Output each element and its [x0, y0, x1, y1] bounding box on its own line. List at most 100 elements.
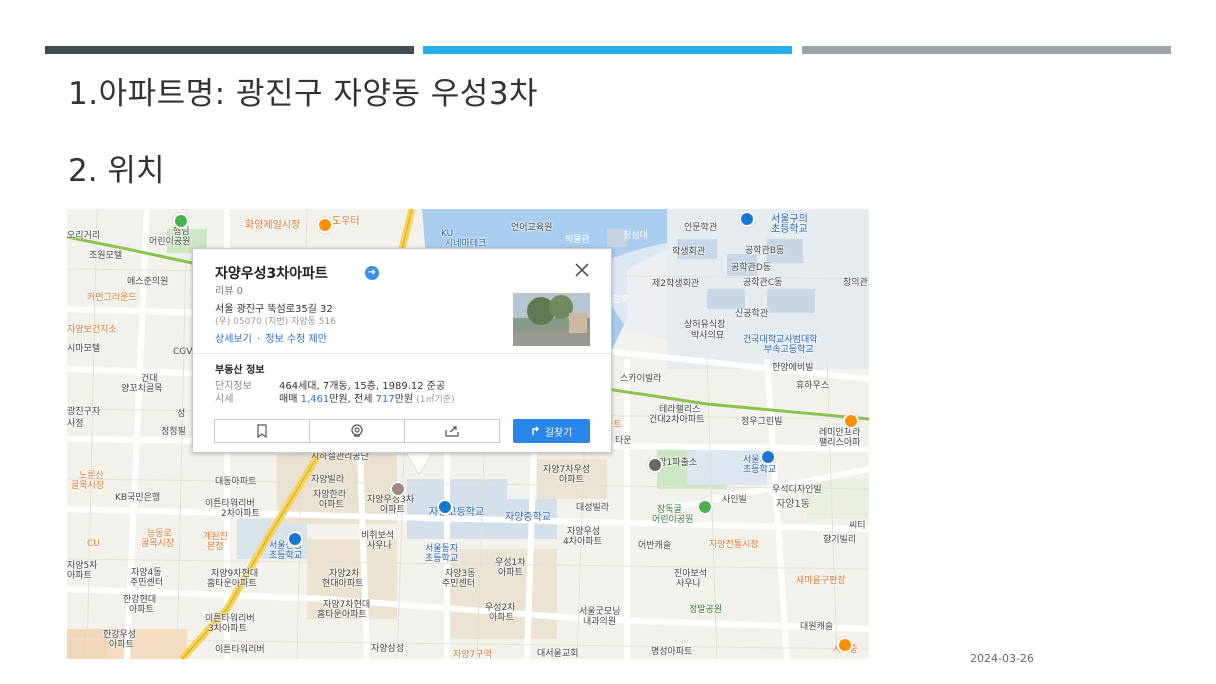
map-label: 테라팰리스 [659, 405, 701, 415]
map-label: 비취보석 [361, 531, 395, 541]
map-label: 자양7차현대 [323, 600, 371, 610]
map-label: 학생회관 [672, 247, 706, 257]
police-pin-icon[interactable] [647, 457, 663, 473]
directions-button[interactable]: 길찾기 [513, 419, 590, 443]
map-label: 공학관B동 [745, 246, 785, 256]
directions-label: 길찾기 [544, 427, 573, 439]
map-label: 한강우성 [103, 630, 137, 640]
map-label: 자양3동 [445, 569, 476, 579]
map-label: 아파트 [129, 605, 154, 615]
popup-action-bar [214, 419, 500, 443]
price-row: 시세 매매 1,461만원, 전세 717만원 (1㎡기준) [215, 390, 455, 405]
map-label: 오리거리 [67, 231, 101, 241]
popup-divider [193, 353, 611, 354]
map-label: 능동로 [147, 529, 172, 539]
map-label: 대성빌라 [576, 503, 610, 513]
map-label: 장독골 [657, 505, 682, 515]
map-label: 아파트 [109, 640, 134, 650]
map-label: 이튼타워리버 [205, 499, 255, 509]
map-label: 아파트 [380, 505, 405, 515]
map-label: 4차아파트 [563, 537, 602, 547]
price-note: (1㎡기준) [416, 395, 455, 405]
map-label: 양꼬치골목 [121, 384, 163, 394]
map-label: 우성2차 [485, 603, 516, 613]
park-pin-icon[interactable] [697, 499, 713, 515]
close-icon[interactable] [573, 261, 591, 279]
map-label: 상허유식장 [684, 320, 726, 330]
park-pin-icon[interactable] [173, 213, 189, 229]
map-label: 사우나 [367, 541, 392, 551]
map-label: 아파트 [498, 568, 523, 578]
map-label: CGV [173, 347, 193, 357]
map-label: 도우터 [332, 216, 360, 227]
map-view[interactable]: 화양제일시장 도우터 KU 시네마테크 언어교육원 박물관 청심대 인문학관 서… [67, 209, 869, 659]
map-label: KU [441, 229, 454, 239]
map-label: 공학관D동 [731, 263, 772, 273]
apartment-pin-icon[interactable] [837, 637, 853, 653]
detail-link[interactable]: 상세보기 [215, 334, 252, 345]
map-label: 공학관C동 [743, 278, 783, 288]
place-photo[interactable] [513, 293, 590, 346]
review-count[interactable]: 리뷰 0 [215, 282, 243, 297]
map-label: 내과의원 [583, 617, 617, 627]
map-label: 자양전통시장 [709, 540, 759, 550]
top-bar-blue [423, 46, 792, 54]
shop-pin-icon[interactable] [317, 217, 333, 233]
map-label: 아파트 [67, 571, 92, 581]
map-label: 골목시장 [141, 539, 175, 549]
slide-date: 2024-03-26 [970, 652, 1034, 665]
map-label: 초등학교 [425, 554, 459, 564]
map-label: 우성1차 [495, 558, 526, 568]
school-pin-icon[interactable] [287, 531, 303, 547]
sale-prefix: 매매 [279, 394, 298, 405]
map-label: 사인빌 [722, 495, 747, 505]
map-label: 초등학교 [743, 465, 777, 475]
apartment-pin-icon[interactable] [843, 413, 859, 429]
share-icon [445, 426, 459, 437]
map-label: 진아보석 [674, 569, 708, 579]
place-address: 서울 광진구 뚝섬로35길 32 [215, 304, 333, 315]
map-label: 레미안프라 [819, 428, 861, 438]
bookmark-button[interactable] [215, 420, 310, 442]
map-label: 초등학교 [771, 224, 808, 235]
map-label: 건대2차아파트 [649, 415, 705, 425]
school-pin-icon[interactable] [437, 499, 453, 515]
map-label: 이튼타워리버 [205, 614, 255, 624]
top-bar-gray [802, 46, 1171, 54]
map-label: 자양삼성 [371, 644, 405, 654]
bookmark-icon [257, 424, 267, 438]
map-label: 홈타운아파트 [317, 610, 367, 620]
place-detail-arrow-icon[interactable]: ➜ [365, 266, 379, 280]
map-label: 지하철관리공단 [311, 452, 369, 462]
map-label: 3차아파트 [208, 624, 247, 634]
apartment-pin-icon[interactable] [390, 481, 406, 497]
map-label: 자양보건지소 [67, 325, 117, 335]
map-label: 박사의묘 [691, 331, 725, 341]
popup-tail [405, 450, 433, 474]
map-label: KB국민은행 [115, 493, 161, 503]
photo-image [513, 293, 590, 346]
sale-unit: 만원, 전세 [329, 394, 373, 405]
slide-title: 1.아파트명: 광진구 자양동 우성3차 [68, 76, 539, 112]
map-label: 어린이공원 [652, 515, 694, 525]
map-label: 초등학교 [269, 551, 303, 561]
map-label: 자양7차우성 [543, 465, 591, 475]
map-label: 제2학생회관 [652, 279, 700, 289]
school-pin-icon[interactable] [760, 449, 776, 465]
share-button[interactable] [405, 420, 499, 442]
map-label: 노룬산 [79, 471, 104, 481]
map-label: 서울동자 [425, 544, 459, 554]
map-label: 홈타운아파트 [207, 579, 257, 589]
school-pin-icon[interactable] [739, 211, 755, 227]
place-name[interactable]: 자양우성3차아파트 [215, 263, 328, 283]
map-label: 자양빌라 [311, 475, 345, 485]
link-separator: · [257, 334, 261, 345]
rent-price: 717 [375, 394, 395, 405]
map-label: 청심대 [623, 231, 648, 241]
suggest-edit-link[interactable]: 정보 수정 제안 [265, 334, 327, 345]
roadview-button[interactable] [310, 420, 405, 442]
map-label: CU [87, 539, 100, 549]
map-label: 2차아파트 [221, 509, 260, 519]
map-label: 스카이빌라 [620, 374, 662, 384]
roadview-icon [351, 424, 363, 437]
